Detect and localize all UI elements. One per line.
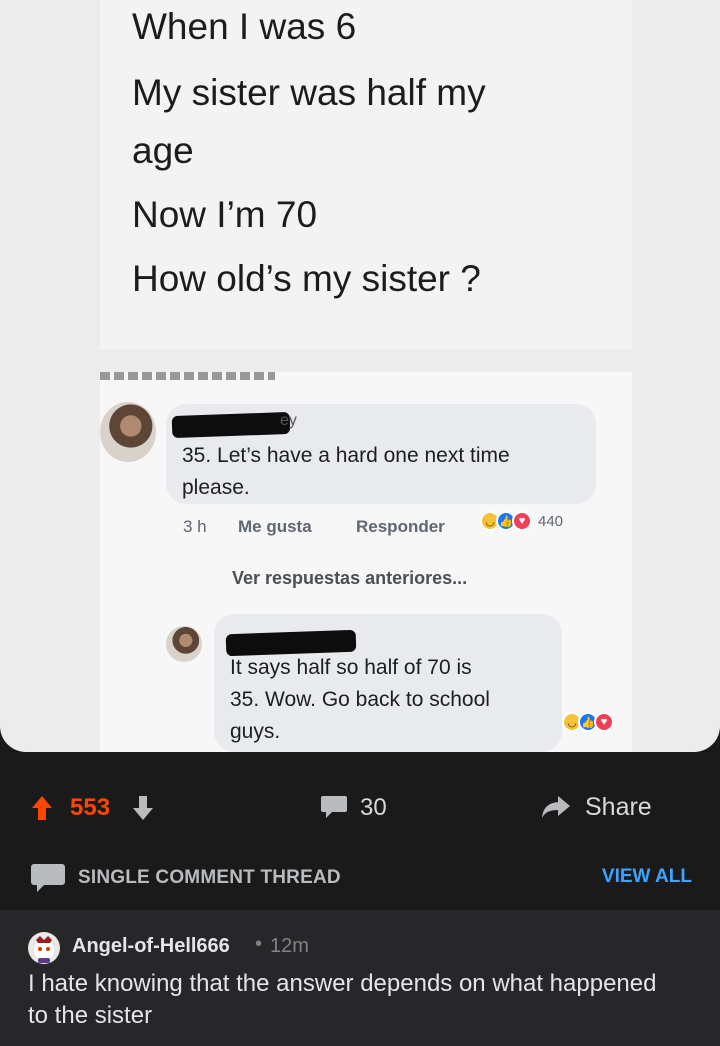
riddle-line-4: Now I’m 70 [132, 194, 318, 235]
redacted-name [171, 411, 291, 439]
meta-separator: • [255, 933, 263, 955]
cropped-header-text [100, 372, 275, 380]
reply-text-line-2: 35. Wow. Go back to school [230, 688, 490, 711]
commenter-avatar [100, 402, 156, 462]
comment-time: 3 h [183, 517, 207, 536]
user-avatar[interactable] [28, 932, 60, 964]
share-button[interactable]: Share [585, 793, 652, 822]
name-fragment: ey [280, 412, 297, 429]
see-previous-replies-link[interactable]: Ver respuestas anteriores... [232, 568, 467, 589]
comments-icon[interactable] [320, 794, 348, 820]
share-arrow-icon[interactable] [540, 794, 572, 820]
reply-avatar [166, 626, 202, 662]
comment-text-line-1: 35. Let’s have a hard one next time [182, 444, 510, 467]
vote-score: 553 [70, 794, 111, 821]
riddle-line-2: My sister was half my [132, 72, 486, 113]
riddle-line-1: When I was 6 [132, 6, 357, 47]
downvote-arrow-icon[interactable] [131, 794, 155, 822]
upvote-arrow-icon[interactable] [30, 794, 54, 822]
riddle-line-3: age [132, 130, 194, 171]
comment-bubble-icon [31, 864, 65, 892]
love-reaction-icon: ♥ [512, 511, 532, 531]
snoo-avatar-icon [34, 936, 54, 963]
like-link[interactable]: Me gusta [238, 517, 312, 537]
comment-count[interactable]: 30 [360, 794, 387, 822]
reply-love-reaction-icon: ♥ [594, 712, 614, 732]
post-image[interactable]: When I was 6 My sister was half my age N… [0, 0, 720, 752]
reply-text-line-3: guys. [230, 720, 281, 743]
post-action-bar: 553 30 Share [0, 752, 720, 862]
comment-author[interactable]: Angel-of-Hell666 [72, 935, 230, 958]
comment-age: 12m [270, 935, 309, 957]
reaction-count: 440 [538, 513, 564, 530]
view-all-button[interactable]: VIEW ALL [602, 866, 692, 888]
reply-link[interactable]: Responder [356, 517, 445, 537]
reply-text-line-1: It says half so half of 70 is [230, 656, 472, 679]
comment-card: Angel-of-Hell666 • 12m I hate knowing th… [0, 910, 720, 1046]
single-comment-thread-label: SINGLE COMMENT THREAD [78, 867, 341, 888]
facebook-comments-card: ey 35. Let’s have a hard one next time p… [100, 372, 632, 752]
comment-thread-header: SINGLE COMMENT THREAD VIEW ALL [0, 862, 720, 910]
comment-body: I hate knowing that the answer depends o… [28, 970, 657, 1029]
riddle-line-5: How old’s my sister ? [132, 258, 481, 299]
comment-text-line-2: please. [182, 476, 250, 499]
riddle-card: When I was 6 My sister was half my age N… [100, 0, 632, 350]
